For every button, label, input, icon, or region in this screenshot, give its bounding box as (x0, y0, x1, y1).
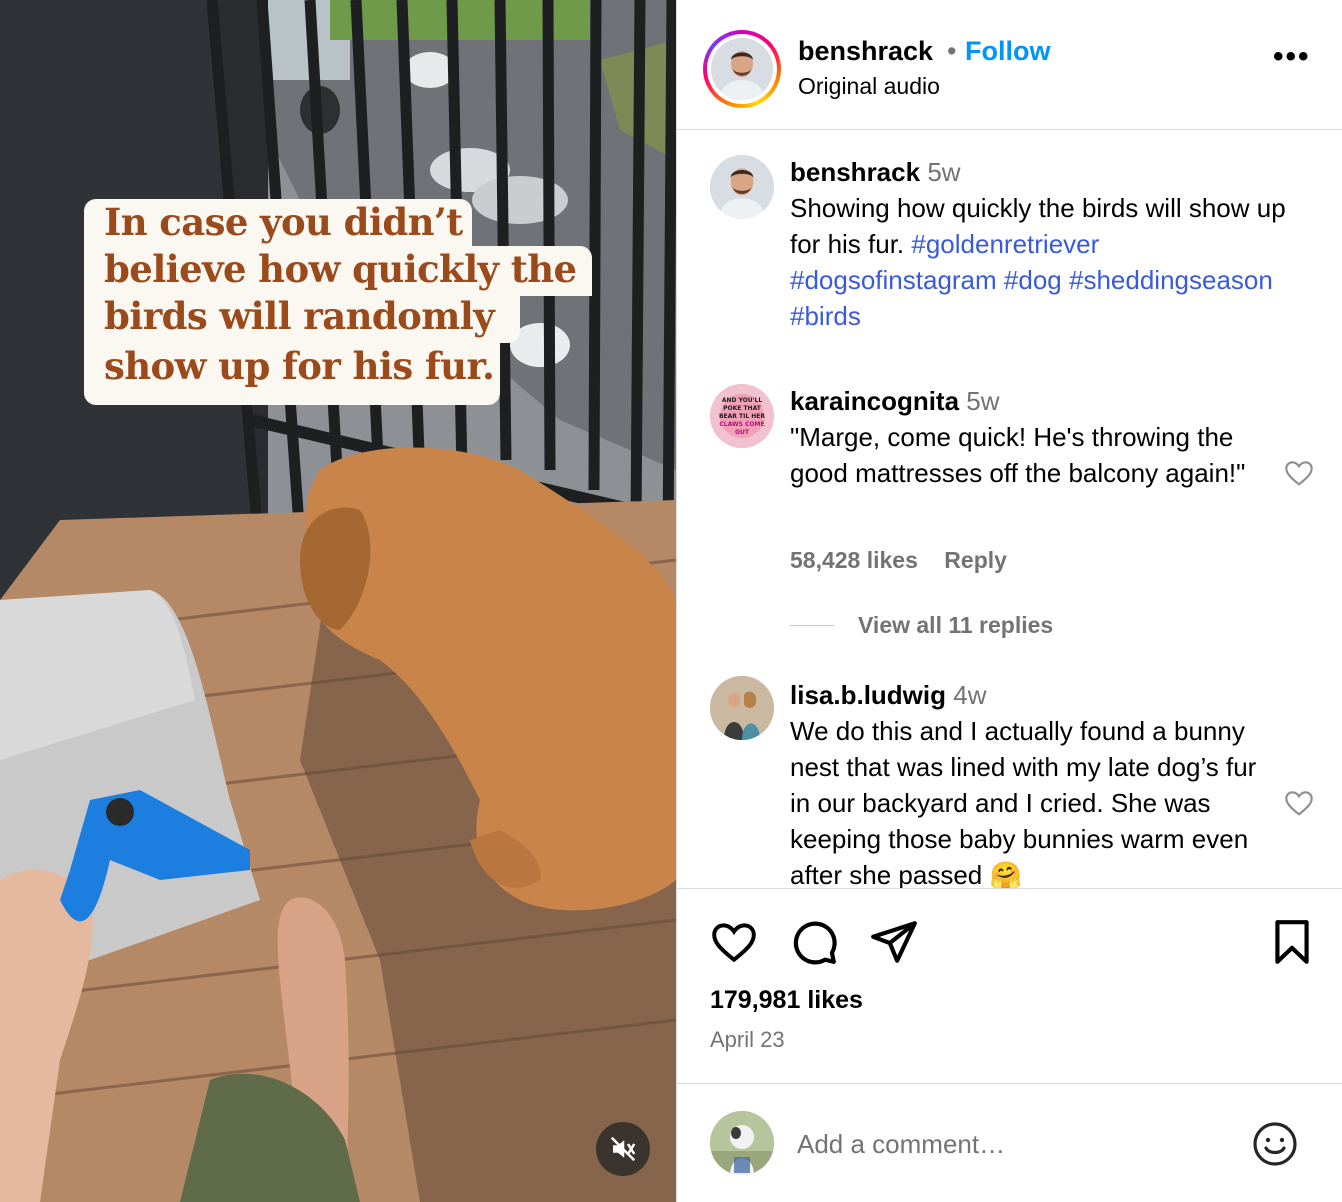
separator-dot: • (947, 36, 957, 66)
hashtag-link[interactable]: #dog (1004, 265, 1062, 295)
avatar-text: CLAWS COME (719, 421, 764, 428)
share-icon[interactable] (869, 917, 919, 967)
comment-body: "Marge, come quick! He's throwing the go… (790, 422, 1246, 488)
caption-line: show up for his fur. (84, 340, 500, 405)
comment-text: lisa.b.ludwig 4w We do this and I actual… (790, 677, 1260, 888)
emoji-icon[interactable] (1251, 1120, 1299, 1168)
mute-button[interactable] (596, 1122, 650, 1176)
avatar[interactable]: AND YOU'LL POKE THAT BEAR TIL HER CLAWS … (710, 384, 774, 448)
comment-time: 4w (953, 680, 987, 710)
heart-icon[interactable] (1283, 457, 1315, 489)
comment-username[interactable]: lisa.b.ludwig (790, 680, 946, 710)
audio-link[interactable]: Original audio (798, 73, 940, 100)
post-actions: 179,981 likes April 23 (677, 888, 1342, 1083)
comment-body: We do this and I actually found a bunny … (790, 716, 1257, 888)
avatar-text: POKE THAT (723, 405, 762, 412)
post-video[interactable]: In case you didn’t believe how quickly t… (0, 0, 676, 1202)
post-panel: benshrack • Follow Original audio ••• be… (676, 0, 1342, 1202)
more-options-button[interactable]: ••• (1273, 40, 1311, 74)
reply-button[interactable]: Reply (944, 547, 1007, 573)
post-date[interactable]: April 23 (710, 1027, 785, 1053)
speaker-muted-icon (610, 1136, 636, 1162)
caption-line: believe how quickly the (84, 246, 592, 296)
avatar[interactable] (710, 155, 774, 219)
caption-time: 5w (927, 157, 961, 187)
avatar (710, 1111, 774, 1175)
comment-meta: 58,428 likes Reply (790, 547, 1007, 574)
avatar (711, 38, 773, 100)
bookmark-icon[interactable] (1267, 917, 1317, 967)
comment-avatar-art: AND YOU'LL POKE THAT BEAR TIL HER CLAWS … (710, 384, 774, 448)
avatar-text: AND YOU'LL (722, 397, 762, 404)
hashtag-link[interactable]: #dogsofinstagram (790, 265, 997, 295)
video-caption-overlay: In case you didn’t believe how quickly t… (84, 199, 592, 405)
story-ring[interactable] (703, 30, 781, 108)
view-replies-button[interactable]: View all 11 replies (858, 612, 1053, 639)
author-username[interactable]: benshrack (798, 36, 933, 67)
post-header: benshrack • Follow Original audio ••• (677, 0, 1342, 130)
caption-username[interactable]: benshrack (790, 157, 920, 187)
comment-likes[interactable]: 58,428 likes (790, 547, 918, 573)
hashtag-link[interactable]: #goldenretriever (911, 229, 1099, 259)
heart-icon[interactable] (709, 917, 759, 967)
add-comment-bar (677, 1083, 1342, 1202)
heart-icon[interactable] (1283, 787, 1315, 819)
video-frame (0, 0, 676, 1202)
hashtag-link[interactable]: #birds (790, 301, 861, 331)
avatar[interactable] (710, 676, 774, 740)
likes-count[interactable]: 179,981 likes (710, 986, 863, 1015)
follow-button[interactable]: Follow (965, 36, 1050, 67)
comment-time: 5w (966, 386, 1000, 416)
comment-input[interactable] (797, 1124, 1237, 1164)
caption-line: In case you didn’t (84, 199, 472, 251)
caption-line: birds will randomly (84, 293, 520, 343)
avatar-text: BEAR TIL HER (719, 413, 765, 420)
comment-icon[interactable] (789, 917, 839, 967)
hashtag-link[interactable]: #sheddingseason (1069, 265, 1273, 295)
replies-divider (790, 625, 834, 626)
comments-list[interactable]: benshrack 5w Showing how quickly the bir… (677, 131, 1342, 888)
comment-username[interactable]: karaincognita (790, 386, 959, 416)
avatar-text: OUT (735, 429, 750, 436)
comment-text: karaincognita 5w "Marge, come quick! He'… (790, 383, 1260, 491)
caption-text: benshrack 5w Showing how quickly the bir… (790, 154, 1300, 334)
hug-emoji: 🤗 (989, 860, 1022, 888)
